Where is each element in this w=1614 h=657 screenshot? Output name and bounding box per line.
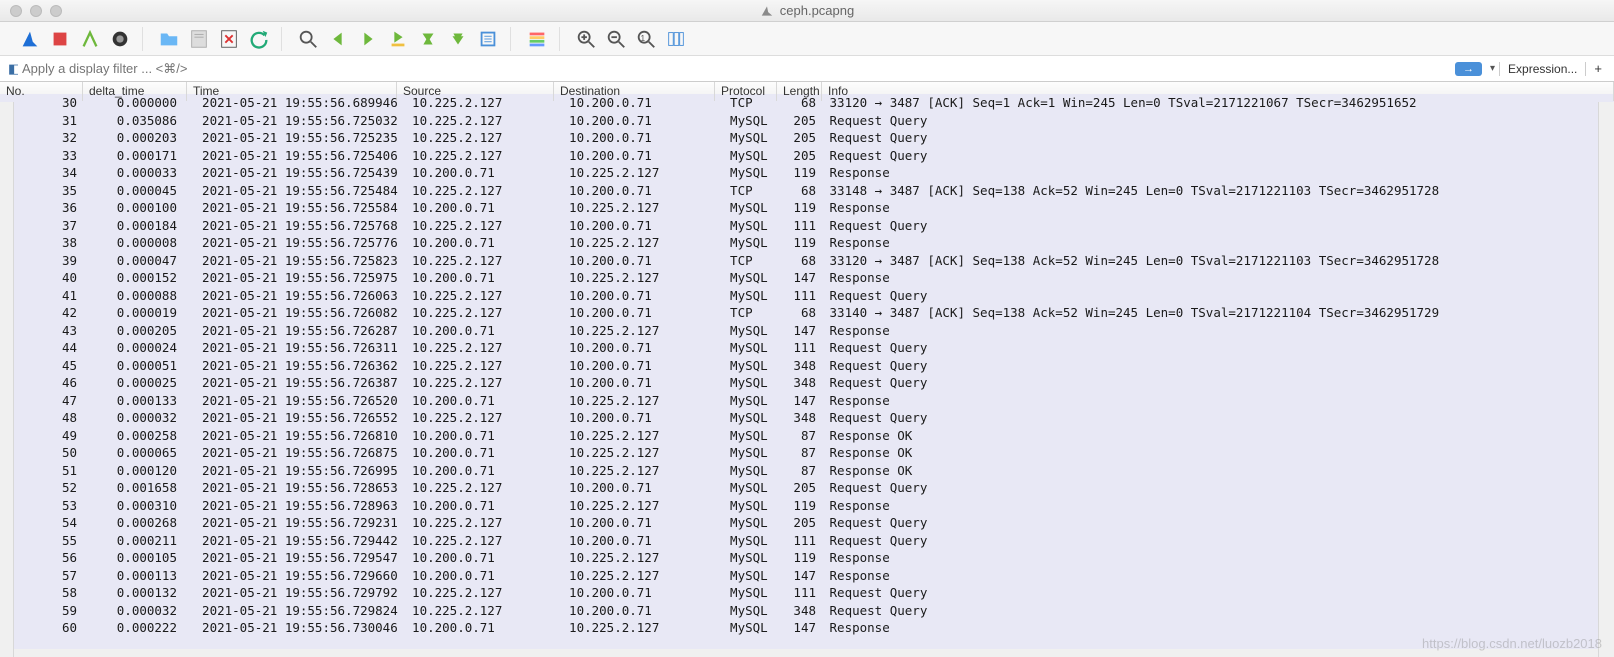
packet-row[interactable]: 580.000132 2021-05-21 19:55:56.729792 10…	[0, 584, 1614, 602]
packet-row[interactable]: 340.000033 2021-05-21 19:55:56.725439 10…	[0, 164, 1614, 182]
packet-row[interactable]: 370.000184 2021-05-21 19:55:56.725768 10…	[0, 217, 1614, 235]
filter-dropdown[interactable]: ▾	[1486, 63, 1499, 74]
add-filter-button[interactable]: +	[1586, 61, 1610, 76]
packet-row[interactable]: 330.000171 2021-05-21 19:55:56.725406 10…	[0, 147, 1614, 165]
start-capture-button[interactable]	[18, 27, 42, 51]
resize-columns-button[interactable]	[664, 27, 688, 51]
capture-options-button[interactable]	[108, 27, 132, 51]
watermark: https://blog.csdn.net/luozb2018	[1422, 636, 1602, 651]
shark-fin-icon	[760, 4, 774, 18]
packet-row[interactable]: 510.000120 2021-05-21 19:55:56.726995 10…	[0, 462, 1614, 480]
titlebar: ceph.pcapng	[0, 0, 1614, 22]
packet-row[interactable]: 560.000105 2021-05-21 19:55:56.729547 10…	[0, 549, 1614, 567]
packet-row[interactable]: 310.035086 2021-05-21 19:55:56.725032 10…	[0, 112, 1614, 130]
packet-row[interactable]: 410.000088 2021-05-21 19:55:56.726063 10…	[0, 287, 1614, 305]
restart-capture-button[interactable]	[78, 27, 102, 51]
colorize-button[interactable]	[525, 27, 549, 51]
auto-scroll-button[interactable]	[476, 27, 500, 51]
packet-row[interactable]: 520.001658 2021-05-21 19:55:56.728653 10…	[0, 479, 1614, 497]
stop-capture-button[interactable]	[48, 27, 72, 51]
packet-row[interactable]: 480.000032 2021-05-21 19:55:56.726552 10…	[0, 409, 1614, 427]
find-packet-button[interactable]	[296, 27, 320, 51]
display-filter-input[interactable]	[18, 59, 1455, 78]
close-file-button[interactable]	[217, 27, 241, 51]
packet-row[interactable]: 400.000152 2021-05-21 19:55:56.725975 10…	[0, 269, 1614, 287]
go-to-packet-button[interactable]	[386, 27, 410, 51]
zoom-out-button[interactable]	[604, 27, 628, 51]
filter-bar: ◧ → ▾ Expression... +	[0, 56, 1614, 82]
packet-row[interactable]: 500.000065 2021-05-21 19:55:56.726875 10…	[0, 444, 1614, 462]
packet-row[interactable]: 470.000133 2021-05-21 19:55:56.726520 10…	[0, 392, 1614, 410]
packet-row[interactable]: 570.000113 2021-05-21 19:55:56.729660 10…	[0, 567, 1614, 585]
packet-row[interactable]: 450.000051 2021-05-21 19:55:56.726362 10…	[0, 357, 1614, 375]
go-forward-button[interactable]	[356, 27, 380, 51]
packet-row[interactable]: 390.000047 2021-05-21 19:55:56.725823 10…	[0, 252, 1614, 270]
window-title: ceph.pcapng	[0, 3, 1614, 18]
reload-file-button[interactable]	[247, 27, 271, 51]
go-to-first-button[interactable]	[416, 27, 440, 51]
scrollbar[interactable]	[1598, 102, 1614, 657]
packet-row[interactable]: 590.000032 2021-05-21 19:55:56.729824 10…	[0, 602, 1614, 620]
packet-row[interactable]: 430.000205 2021-05-21 19:55:56.726287 10…	[0, 322, 1614, 340]
packet-row[interactable]: 420.000019 2021-05-21 19:55:56.726082 10…	[0, 304, 1614, 322]
go-to-last-button[interactable]	[446, 27, 470, 51]
packet-row[interactable]: 600.000222 2021-05-21 19:55:56.730046 10…	[0, 619, 1614, 637]
apply-filter-button[interactable]: →	[1455, 62, 1482, 76]
zoom-reset-button[interactable]: 1	[634, 27, 658, 51]
packet-row[interactable]: 440.000024 2021-05-21 19:55:56.726311 10…	[0, 339, 1614, 357]
title-text: ceph.pcapng	[780, 3, 854, 18]
packet-row[interactable]: 350.000045 2021-05-21 19:55:56.725484 10…	[0, 182, 1614, 200]
expression-button[interactable]: Expression...	[1499, 62, 1586, 76]
packet-row[interactable]: 550.000211 2021-05-21 19:55:56.729442 10…	[0, 532, 1614, 550]
bookmark-icon[interactable]: ◧	[4, 61, 18, 77]
packet-row[interactable]: 300.000000 2021-05-21 19:55:56.689946 10…	[0, 94, 1614, 112]
left-gutter	[0, 102, 14, 657]
packet-row[interactable]: 530.000310 2021-05-21 19:55:56.728963 10…	[0, 497, 1614, 515]
packet-row[interactable]: 490.000258 2021-05-21 19:55:56.726810 10…	[0, 427, 1614, 445]
main-toolbar: 1	[0, 22, 1614, 56]
open-file-button[interactable]	[157, 27, 181, 51]
save-file-button[interactable]	[187, 27, 211, 51]
svg-text:1: 1	[641, 33, 646, 42]
packet-row[interactable]: 320.000203 2021-05-21 19:55:56.725235 10…	[0, 129, 1614, 147]
go-back-button[interactable]	[326, 27, 350, 51]
packet-row[interactable]: 360.000100 2021-05-21 19:55:56.725584 10…	[0, 199, 1614, 217]
packet-row[interactable]: 380.000008 2021-05-21 19:55:56.725776 10…	[0, 234, 1614, 252]
packet-row[interactable]: 540.000268 2021-05-21 19:55:56.729231 10…	[0, 514, 1614, 532]
zoom-in-button[interactable]	[574, 27, 598, 51]
packet-list[interactable]: 300.000000 2021-05-21 19:55:56.689946 10…	[0, 94, 1614, 649]
packet-row[interactable]: 460.000025 2021-05-21 19:55:56.726387 10…	[0, 374, 1614, 392]
